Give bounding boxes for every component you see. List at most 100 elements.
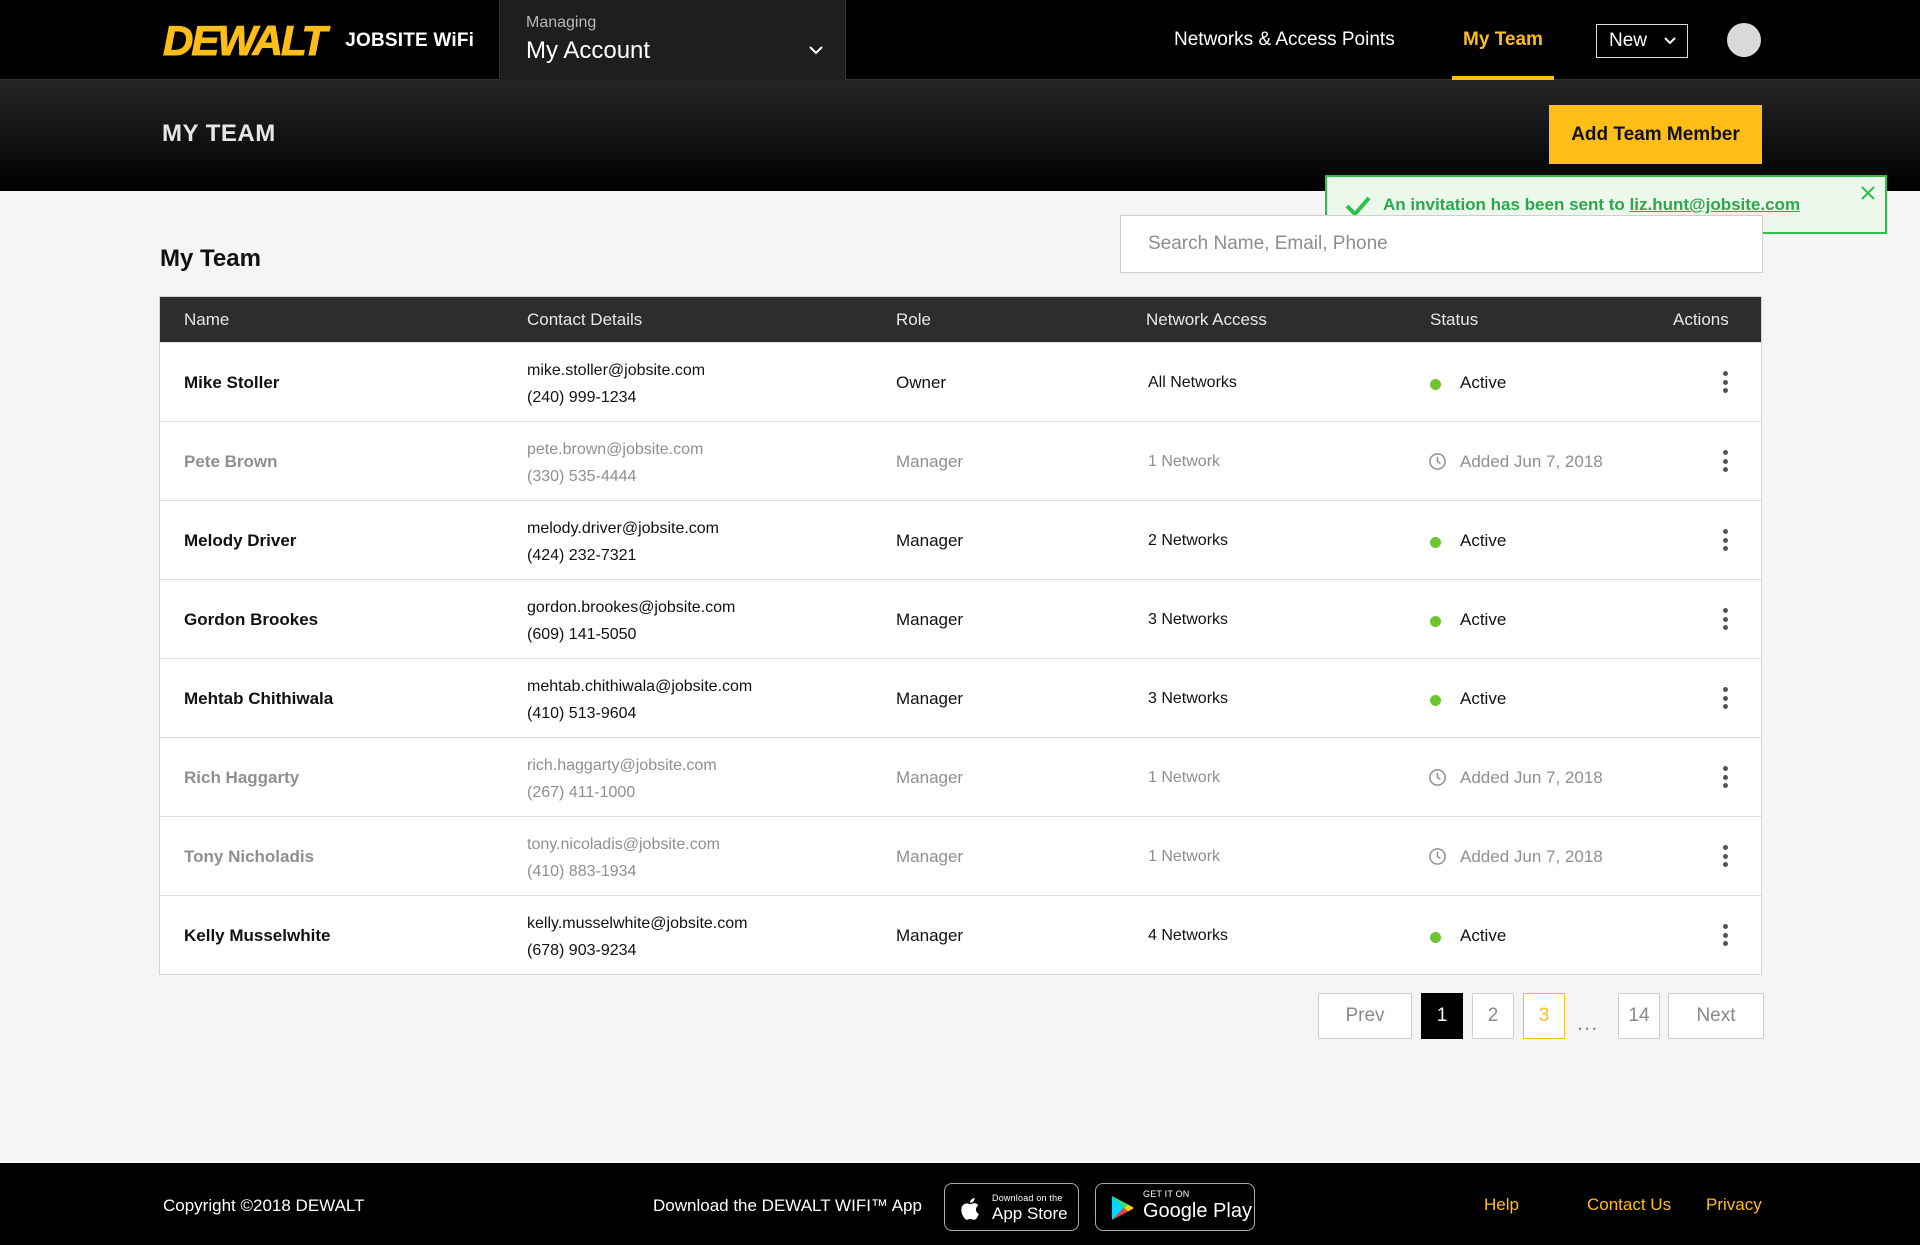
active-status-dot-icon	[1430, 932, 1441, 943]
toast-message: An invitation has been sent to liz.hunt@…	[1383, 195, 1800, 215]
page-title: MY TEAM	[162, 120, 276, 147]
account-switcher-value: My Account	[526, 37, 651, 64]
table-row[interactable]: Pete Brown pete.brown@jobsite.com (330) 53…	[160, 421, 1761, 500]
pagination-page-2[interactable]: 2	[1472, 993, 1514, 1039]
row-actions-more-icon[interactable]	[1719, 526, 1731, 554]
close-icon[interactable]	[1860, 185, 1876, 201]
table-row[interactable]: Kelly Musselwhite kelly.musselwhite@jobsi…	[160, 895, 1761, 974]
footer-contact-link[interactable]: Contact Us	[1587, 1195, 1671, 1215]
footer: Copyright ©2018 DEWALT Download the DEWA…	[0, 1163, 1920, 1245]
account-switcher-label: Managing	[526, 14, 597, 31]
member-phone: (410) 513-9604	[527, 705, 637, 722]
google-play-badge[interactable]: GET IT ON Google Play	[1095, 1183, 1255, 1231]
column-header-status[interactable]: Status	[1430, 297, 1478, 342]
table-header: Name Contact Details Role Network Access…	[160, 297, 1761, 342]
active-status-dot-icon	[1430, 616, 1441, 627]
toast-email-link[interactable]: liz.hunt@jobsite.com	[1630, 195, 1801, 214]
member-name: Mike Stoller	[184, 373, 280, 392]
google-play-big-text: Google Play	[1143, 1200, 1252, 1222]
member-email: gordon.brookes@jobsite.com	[527, 599, 736, 616]
member-network-access: 3 Networks	[1148, 611, 1229, 628]
column-header-contact[interactable]: Contact Details	[527, 297, 642, 342]
member-email: rich.haggarty@jobsite.com	[527, 757, 717, 774]
member-phone: (240) 999-1234	[527, 389, 637, 406]
clock-icon	[1429, 848, 1446, 865]
member-email: mike.stoller@jobsite.com	[527, 362, 706, 379]
column-header-name[interactable]: Name	[184, 297, 229, 342]
column-header-network-access[interactable]: Network Access	[1146, 297, 1267, 342]
new-dropdown-button[interactable]: New	[1596, 24, 1688, 58]
member-phone: (678) 903-9234	[527, 942, 637, 959]
product-name: JOBSITE WiFi	[345, 30, 475, 51]
table-row[interactable]: Melody Driver melody.driver@jobsite.com (4…	[160, 500, 1761, 579]
pagination-next[interactable]: Next	[1668, 993, 1764, 1039]
member-role: Manager	[896, 689, 964, 708]
member-network-access: 4 Networks	[1148, 927, 1229, 944]
google-play-icon	[1112, 1196, 1134, 1220]
member-role: Owner	[896, 373, 947, 392]
column-header-actions: Actions	[1673, 310, 1729, 329]
pagination-page-last[interactable]: 14	[1618, 993, 1660, 1039]
row-actions-more-icon[interactable]	[1719, 368, 1731, 396]
member-status: Added Jun 7, 2018	[1460, 452, 1603, 471]
account-switcher[interactable]: Managing My Account	[499, 0, 846, 80]
member-phone: (609) 141-5050	[527, 626, 637, 643]
member-email: mehtab.chithiwala@jobsite.com	[527, 678, 753, 695]
active-status-dot-icon	[1430, 537, 1441, 548]
table-row[interactable]: Mehtab Chithiwala mehtab.chithiwala@jobsi…	[160, 658, 1761, 737]
add-team-member-button[interactable]: Add Team Member	[1549, 105, 1762, 164]
member-network-access: 2 Networks	[1148, 532, 1229, 549]
copyright: Copyright ©2018 DEWALT	[163, 1196, 365, 1215]
active-status-dot-icon	[1430, 379, 1441, 390]
member-email: pete.brown@jobsite.com	[527, 441, 704, 458]
footer-privacy-link[interactable]: Privacy	[1706, 1195, 1762, 1215]
chevron-down-icon	[809, 46, 823, 55]
member-email: tony.nicoladis@jobsite.com	[527, 836, 720, 853]
pagination-prev[interactable]: Prev	[1318, 993, 1412, 1039]
app-store-badge[interactable]: Download on the App Store	[944, 1183, 1079, 1231]
logo-wordmark: DEWALT	[162, 17, 327, 64]
row-actions-more-icon[interactable]	[1719, 763, 1731, 791]
pagination-page-3[interactable]: 3	[1523, 993, 1565, 1039]
member-name: Pete Brown	[184, 452, 278, 471]
member-phone: (424) 232-7321	[527, 547, 637, 564]
search-input[interactable]	[1120, 215, 1763, 273]
member-network-access: 1 Network	[1148, 453, 1221, 470]
top-nav: DEWALT JOBSITE WiFi Managing My Account …	[0, 0, 1920, 80]
user-avatar[interactable]	[1727, 23, 1761, 57]
member-name: Mehtab Chithiwala	[184, 689, 334, 708]
table-row[interactable]: Mike Stoller mike.stoller@jobsite.com (240…	[160, 342, 1761, 421]
table-row[interactable]: Gordon Brookes gordon.brookes@jobsite.com…	[160, 579, 1761, 658]
chevron-down-icon	[1664, 37, 1676, 45]
member-network-access: 1 Network	[1148, 848, 1221, 865]
table-row[interactable]: Rich Haggarty rich.haggarty@jobsite.com (2…	[160, 737, 1761, 816]
member-role: Manager	[896, 926, 964, 945]
member-phone: (410) 883-1934	[527, 863, 637, 880]
clock-icon	[1429, 769, 1446, 786]
toast-prefix: An invitation has been sent to	[1383, 195, 1630, 214]
member-name: Gordon Brookes	[184, 610, 319, 629]
member-role: Manager	[896, 847, 964, 866]
download-app-text: Download the DEWALT WIFI™ App	[653, 1196, 922, 1215]
nav-networks[interactable]: Networks & Access Points	[1174, 0, 1395, 80]
row-actions-more-icon[interactable]	[1719, 842, 1731, 870]
member-status: Added Jun 7, 2018	[1460, 847, 1603, 866]
member-network-access: 1 Network	[1148, 769, 1221, 786]
row-actions-more-icon[interactable]	[1719, 921, 1731, 949]
footer-help-link[interactable]: Help	[1484, 1195, 1519, 1215]
row-actions-more-icon[interactable]	[1719, 605, 1731, 633]
team-table: Name Contact Details Role Network Access…	[159, 296, 1762, 975]
column-header-role[interactable]: Role	[896, 297, 931, 342]
pagination-page-1[interactable]: 1	[1421, 993, 1463, 1039]
member-name: Melody Driver	[184, 531, 297, 550]
member-status: Active	[1460, 373, 1507, 392]
member-role: Manager	[896, 452, 964, 471]
member-status: Active	[1460, 689, 1507, 708]
table-row[interactable]: Tony Nicholadis tony.nicoladis@jobsite.co…	[160, 816, 1761, 895]
google-play-small-text: GET IT ON	[1143, 1189, 1190, 1199]
nav-my-team[interactable]: My Team	[1452, 0, 1554, 80]
dewalt-logo[interactable]: DEWALT JOBSITE WiFi	[162, 17, 475, 64]
row-actions-more-icon[interactable]	[1719, 684, 1731, 712]
member-status: Active	[1460, 926, 1507, 945]
row-actions-more-icon[interactable]	[1719, 447, 1731, 475]
